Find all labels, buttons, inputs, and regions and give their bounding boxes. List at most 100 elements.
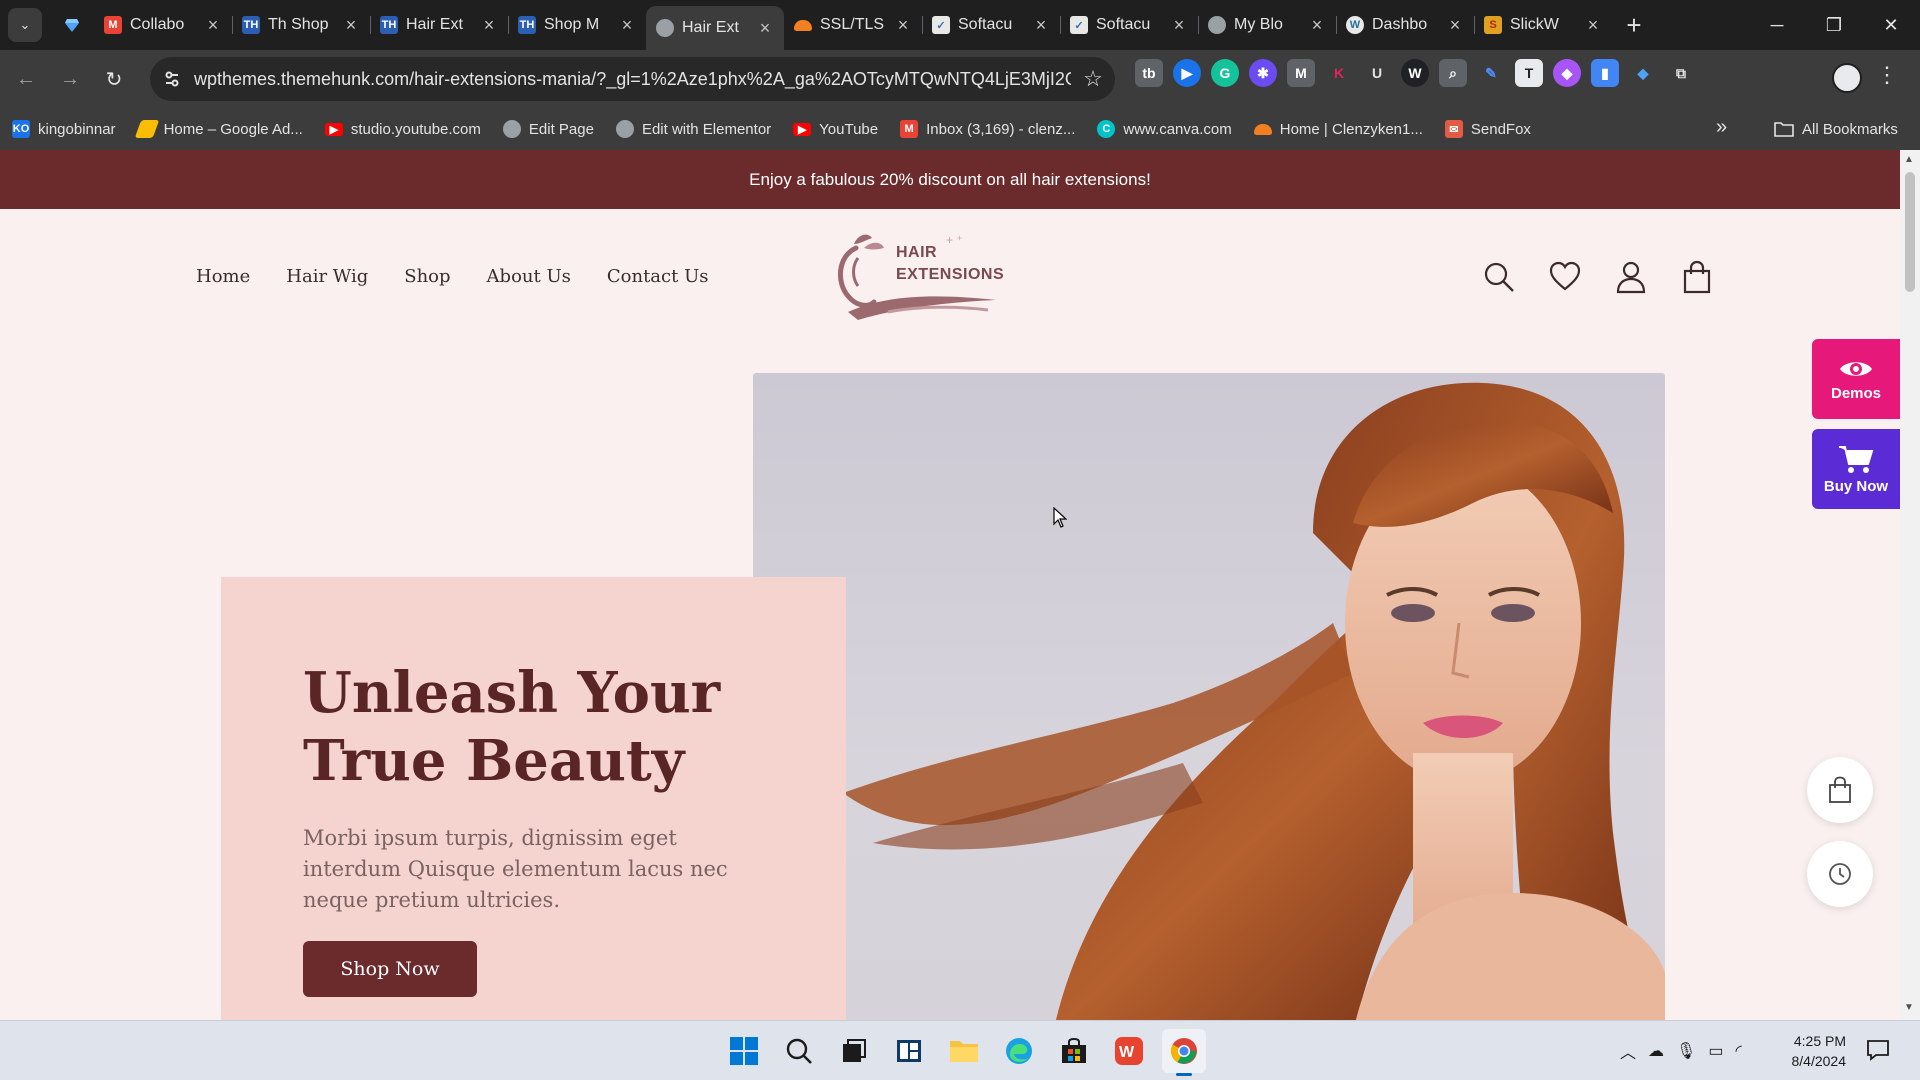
close-icon[interactable]: × (342, 15, 360, 36)
address-bar[interactable]: wpthemes.themehunk.com/hair-extensions-m… (150, 57, 1115, 101)
tab-9[interactable]: W Dashbo × (1336, 5, 1474, 45)
bookmark-item[interactable]: Cwww.canva.com (1097, 120, 1232, 138)
gem-icon[interactable]: ◆ (1629, 59, 1657, 87)
bookmark-item[interactable]: Home | Clenzyken1... (1253, 121, 1423, 138)
heart-icon[interactable] (1548, 260, 1582, 294)
bookmark-item[interactable]: KO kingobinnar (12, 120, 116, 138)
search-icon[interactable] (1482, 260, 1516, 294)
system-clock[interactable]: 4:25 PM 8/4/2024 (1776, 1031, 1847, 1071)
scroll-up-arrow-icon[interactable]: ▲ (1904, 154, 1914, 165)
menu-kebab-icon[interactable]: ⋮ (1876, 62, 1898, 88)
nav-about-us[interactable]: About Us (487, 266, 571, 287)
tab-5[interactable]: SSL/TLS × (784, 5, 922, 45)
tab-0[interactable]: M Collabo × (94, 5, 232, 45)
wps-office-button[interactable]: W (1107, 1029, 1151, 1073)
floating-cart-button[interactable] (1807, 757, 1873, 823)
bookmark-item[interactable]: Edit with Elementor (615, 120, 771, 138)
page-scrollbar[interactable]: ▲ ▼ (1900, 150, 1920, 1020)
task-view-button[interactable] (832, 1029, 876, 1073)
extensions-puzzle-icon[interactable]: ⧉ (1667, 59, 1695, 87)
restore-button[interactable]: ❐ (1805, 0, 1863, 50)
onedrive-icon[interactable]: ☁ (1648, 1041, 1664, 1061)
pinned-tab[interactable] (50, 8, 94, 42)
close-icon[interactable]: × (618, 15, 636, 36)
widgets-button[interactable] (887, 1029, 931, 1073)
close-icon[interactable]: × (1032, 15, 1050, 36)
extension-icon[interactable]: U (1363, 59, 1391, 87)
back-button[interactable]: ← (8, 61, 44, 97)
close-icon[interactable]: × (894, 15, 912, 36)
buy-now-button[interactable]: Buy Now (1812, 429, 1900, 509)
forward-button[interactable]: → (52, 61, 88, 97)
minimize-button[interactable]: ─ (1748, 0, 1806, 50)
tab-1[interactable]: TH Th Shop × (232, 5, 370, 45)
tab-3[interactable]: TH Shop M × (508, 5, 646, 45)
extension-icon[interactable]: ✱ (1249, 59, 1277, 87)
bookmark-item[interactable]: ▶ YouTube (793, 121, 878, 138)
floating-recent-button[interactable] (1807, 841, 1873, 907)
nav-contact-us[interactable]: Contact Us (607, 266, 709, 287)
extension-icon[interactable]: M (1287, 59, 1315, 87)
wifi-icon[interactable]: ◜ (1735, 1041, 1741, 1061)
microphone-icon[interactable]: 🎙 (1676, 1041, 1696, 1061)
tab-8[interactable]: My Blo × (1198, 5, 1336, 45)
bookmark-item[interactable]: Home – Google Ad... (134, 120, 303, 138)
extension-icon[interactable]: ▶ (1173, 59, 1201, 87)
close-icon[interactable]: × (756, 18, 774, 39)
notifications-icon[interactable] (1866, 1039, 1890, 1061)
nav-hair-wig[interactable]: Hair Wig (286, 266, 368, 287)
new-tab-button[interactable]: + (1618, 9, 1650, 41)
shopping-bag-icon[interactable] (1680, 260, 1714, 294)
tab-2[interactable]: TH Hair Ext × (370, 5, 508, 45)
demos-button[interactable]: Demos (1812, 339, 1900, 419)
bookmark-item[interactable]: ▶ studio.youtube.com (324, 121, 481, 138)
show-hidden-icons-chevron-icon[interactable]: ︿ (1620, 1039, 1636, 1063)
extension-icon[interactable]: ✎ (1477, 59, 1505, 87)
more-bookmarks-chevron-icon[interactable]: » (1716, 116, 1727, 139)
extension-icon[interactable]: K (1325, 59, 1353, 87)
close-icon[interactable]: × (480, 15, 498, 36)
extension-icon[interactable]: ⌕ (1439, 59, 1467, 87)
search-button[interactable] (777, 1029, 821, 1073)
start-button[interactable] (722, 1029, 766, 1073)
extension-icon[interactable]: T (1515, 59, 1543, 87)
extension-icon[interactable]: W (1401, 59, 1429, 87)
close-icon[interactable]: × (204, 15, 222, 36)
chrome-button[interactable] (1162, 1029, 1206, 1076)
profile-avatar[interactable] (1832, 63, 1862, 93)
shop-now-button[interactable]: Shop Now (303, 941, 477, 997)
extension-icon[interactable]: ◆ (1553, 59, 1581, 87)
close-icon[interactable]: × (1584, 15, 1602, 36)
tab-7[interactable]: ✓ Softacu × (1060, 5, 1198, 45)
extension-icon[interactable]: ▮ (1591, 59, 1619, 87)
site-logo[interactable]: + ⁺ HAIR EXTENSIONS (828, 230, 1004, 322)
microsoft-store-button[interactable] (1052, 1029, 1096, 1073)
site-info-icon[interactable] (150, 57, 194, 101)
nav-home[interactable]: Home (196, 266, 250, 287)
close-icon[interactable]: × (1170, 15, 1188, 36)
extension-icon[interactable]: tb (1135, 59, 1163, 87)
user-icon[interactable] (1614, 260, 1648, 294)
bookmark-item[interactable]: M Inbox (3,169) - clenz... (900, 120, 1075, 138)
bookmark-item[interactable]: ✉ SendFox (1444, 120, 1531, 138)
nav-shop[interactable]: Shop (404, 266, 450, 287)
close-icon[interactable]: × (1308, 15, 1326, 36)
close-window-button[interactable]: ✕ (1862, 0, 1920, 50)
reload-button[interactable]: ↻ (96, 61, 132, 97)
file-explorer-button[interactable] (942, 1029, 986, 1073)
bookmark-item[interactable]: Edit Page (502, 120, 594, 138)
grammarly-icon[interactable]: G (1211, 59, 1239, 87)
all-bookmarks-button[interactable]: All Bookmarks (1774, 108, 1898, 150)
tab-title: Softacu (1096, 16, 1151, 33)
url-text[interactable]: wpthemes.themehunk.com/hair-extensions-m… (194, 69, 1071, 90)
tab-search-button[interactable]: ⌄ (8, 8, 42, 42)
battery-icon[interactable]: ▭ (1708, 1041, 1723, 1061)
tab-10[interactable]: S SlickW × (1474, 5, 1612, 45)
scroll-down-arrow-icon[interactable]: ▼ (1904, 1002, 1914, 1013)
close-icon[interactable]: × (1446, 15, 1464, 36)
edge-button[interactable] (997, 1029, 1041, 1073)
tab-6[interactable]: ✓ Softacu × (922, 5, 1060, 45)
scroll-thumb[interactable] (1905, 172, 1915, 292)
bookmark-star-icon[interactable]: ☆ (1071, 66, 1115, 92)
tab-4-active[interactable]: Hair Ext × (646, 6, 784, 50)
